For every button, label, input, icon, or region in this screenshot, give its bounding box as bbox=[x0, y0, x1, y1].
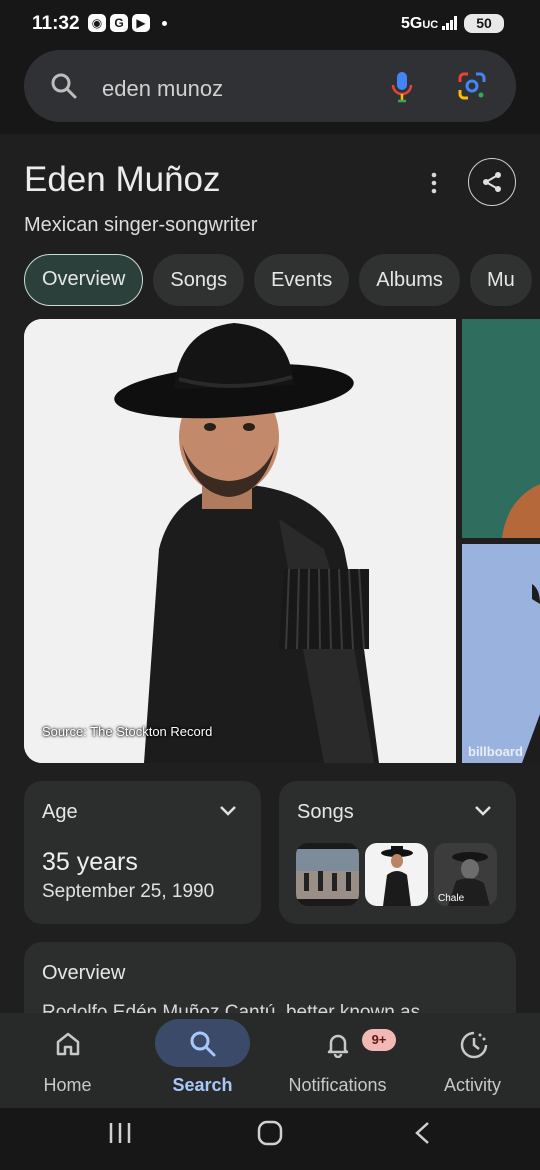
system-navigation-bar bbox=[0, 1108, 540, 1170]
google-lens-icon[interactable] bbox=[456, 70, 488, 102]
google-app-icon: G bbox=[110, 14, 128, 32]
search-icon bbox=[51, 73, 77, 99]
search-input[interactable]: eden munoz bbox=[102, 76, 223, 102]
song-thumbnail-image-2 bbox=[365, 843, 428, 906]
songs-label: Songs bbox=[297, 801, 354, 823]
age-value: 35 years bbox=[42, 848, 138, 876]
artist-photo-illustration bbox=[24, 319, 456, 763]
search-icon bbox=[190, 1031, 216, 1057]
more-options-icon[interactable] bbox=[424, 172, 444, 194]
signal-icon bbox=[442, 16, 457, 30]
entity-subtitle: Mexican singer-songwriter bbox=[24, 214, 258, 236]
home-button-icon[interactable] bbox=[257, 1120, 283, 1146]
entity-title: Eden Muñoz bbox=[24, 160, 221, 199]
nav-activity-icon-wrap bbox=[425, 1019, 520, 1067]
network-indicator: 5GUC bbox=[401, 15, 438, 33]
age-label: Age bbox=[42, 801, 78, 823]
tab-music[interactable]: Mu bbox=[469, 254, 532, 306]
billboard-watermark: billboard bbox=[468, 744, 523, 759]
tab-songs[interactable]: Songs bbox=[153, 254, 245, 306]
main-photo[interactable]: Source: The Stockton Record bbox=[24, 319, 456, 763]
chevron-down-icon bbox=[220, 806, 236, 816]
nav-home-label: Home bbox=[43, 1075, 92, 1095]
nav-search-label: Search bbox=[172, 1075, 233, 1095]
side-photo-bottom-illustration bbox=[462, 544, 540, 763]
home-icon bbox=[56, 1032, 80, 1056]
song-thumbnail[interactable]: Chale bbox=[434, 843, 497, 906]
song-thumbnails: Chale bbox=[296, 843, 497, 906]
status-notification-icons: ◉ G ▶ bbox=[88, 14, 167, 32]
microphone-icon[interactable] bbox=[390, 70, 414, 104]
network-type: 5G bbox=[401, 15, 423, 32]
nav-home[interactable]: Home bbox=[0, 1013, 135, 1108]
bottom-navigation: Home Search 9+ Notifications Activity bbox=[0, 1013, 540, 1108]
birth-date: September 25, 1990 bbox=[42, 881, 215, 902]
nav-activity-label: Activity bbox=[443, 1075, 501, 1095]
tab-overview[interactable]: Overview bbox=[24, 254, 144, 306]
image-source-credit: Source: The Stockton Record bbox=[42, 724, 213, 739]
message-app-icon: ◉ bbox=[88, 14, 106, 32]
search-header: eden munoz bbox=[0, 46, 540, 134]
chevron-down-icon bbox=[475, 806, 491, 816]
nav-home-icon-wrap bbox=[20, 1019, 115, 1067]
age-card[interactable]: Age 35 years September 25, 1990 bbox=[24, 781, 261, 924]
bell-icon bbox=[327, 1034, 349, 1058]
side-photo-bottom[interactable]: billboard bbox=[462, 544, 540, 763]
nav-search-icon-wrap bbox=[155, 1019, 250, 1067]
entity-tabs: Overview Songs Events Albums Mu bbox=[24, 254, 532, 306]
activity-icon bbox=[460, 1031, 488, 1059]
back-icon[interactable] bbox=[410, 1120, 436, 1146]
battery-indicator: 50 bbox=[464, 14, 504, 33]
status-bar: 11:32 ◉ G ▶ 5GUC 50 bbox=[0, 0, 540, 46]
share-button[interactable] bbox=[468, 158, 516, 206]
song-thumbnail-caption: Chale bbox=[438, 893, 465, 904]
side-photo-top-illustration bbox=[462, 319, 540, 538]
nav-activity[interactable]: Activity bbox=[405, 1013, 540, 1108]
song-thumbnail-image-1 bbox=[296, 843, 359, 906]
notification-badge: 9+ bbox=[362, 1029, 396, 1051]
search-bar[interactable]: eden munoz bbox=[24, 50, 516, 122]
tab-albums[interactable]: Albums bbox=[359, 254, 460, 306]
status-time: 11:32 bbox=[32, 13, 80, 34]
nav-notifications[interactable]: 9+ Notifications bbox=[270, 1013, 405, 1108]
recent-apps-icon[interactable] bbox=[107, 1120, 133, 1146]
nav-notifications-label: Notifications bbox=[288, 1075, 387, 1095]
tab-events[interactable]: Events bbox=[254, 254, 350, 306]
youtube-app-icon: ▶ bbox=[132, 14, 150, 32]
songs-card[interactable]: Songs Chale bbox=[279, 781, 516, 924]
song-thumbnail[interactable] bbox=[365, 843, 428, 906]
nav-notifications-icon-wrap: 9+ bbox=[290, 1019, 396, 1067]
network-suffix: UC bbox=[422, 19, 439, 31]
share-icon bbox=[483, 172, 501, 192]
side-photo-top[interactable] bbox=[462, 319, 540, 538]
overview-title: Overview bbox=[42, 962, 126, 984]
song-thumbnail[interactable] bbox=[296, 843, 359, 906]
nav-search[interactable]: Search bbox=[135, 1013, 270, 1108]
more-notifications-dot bbox=[162, 20, 167, 26]
